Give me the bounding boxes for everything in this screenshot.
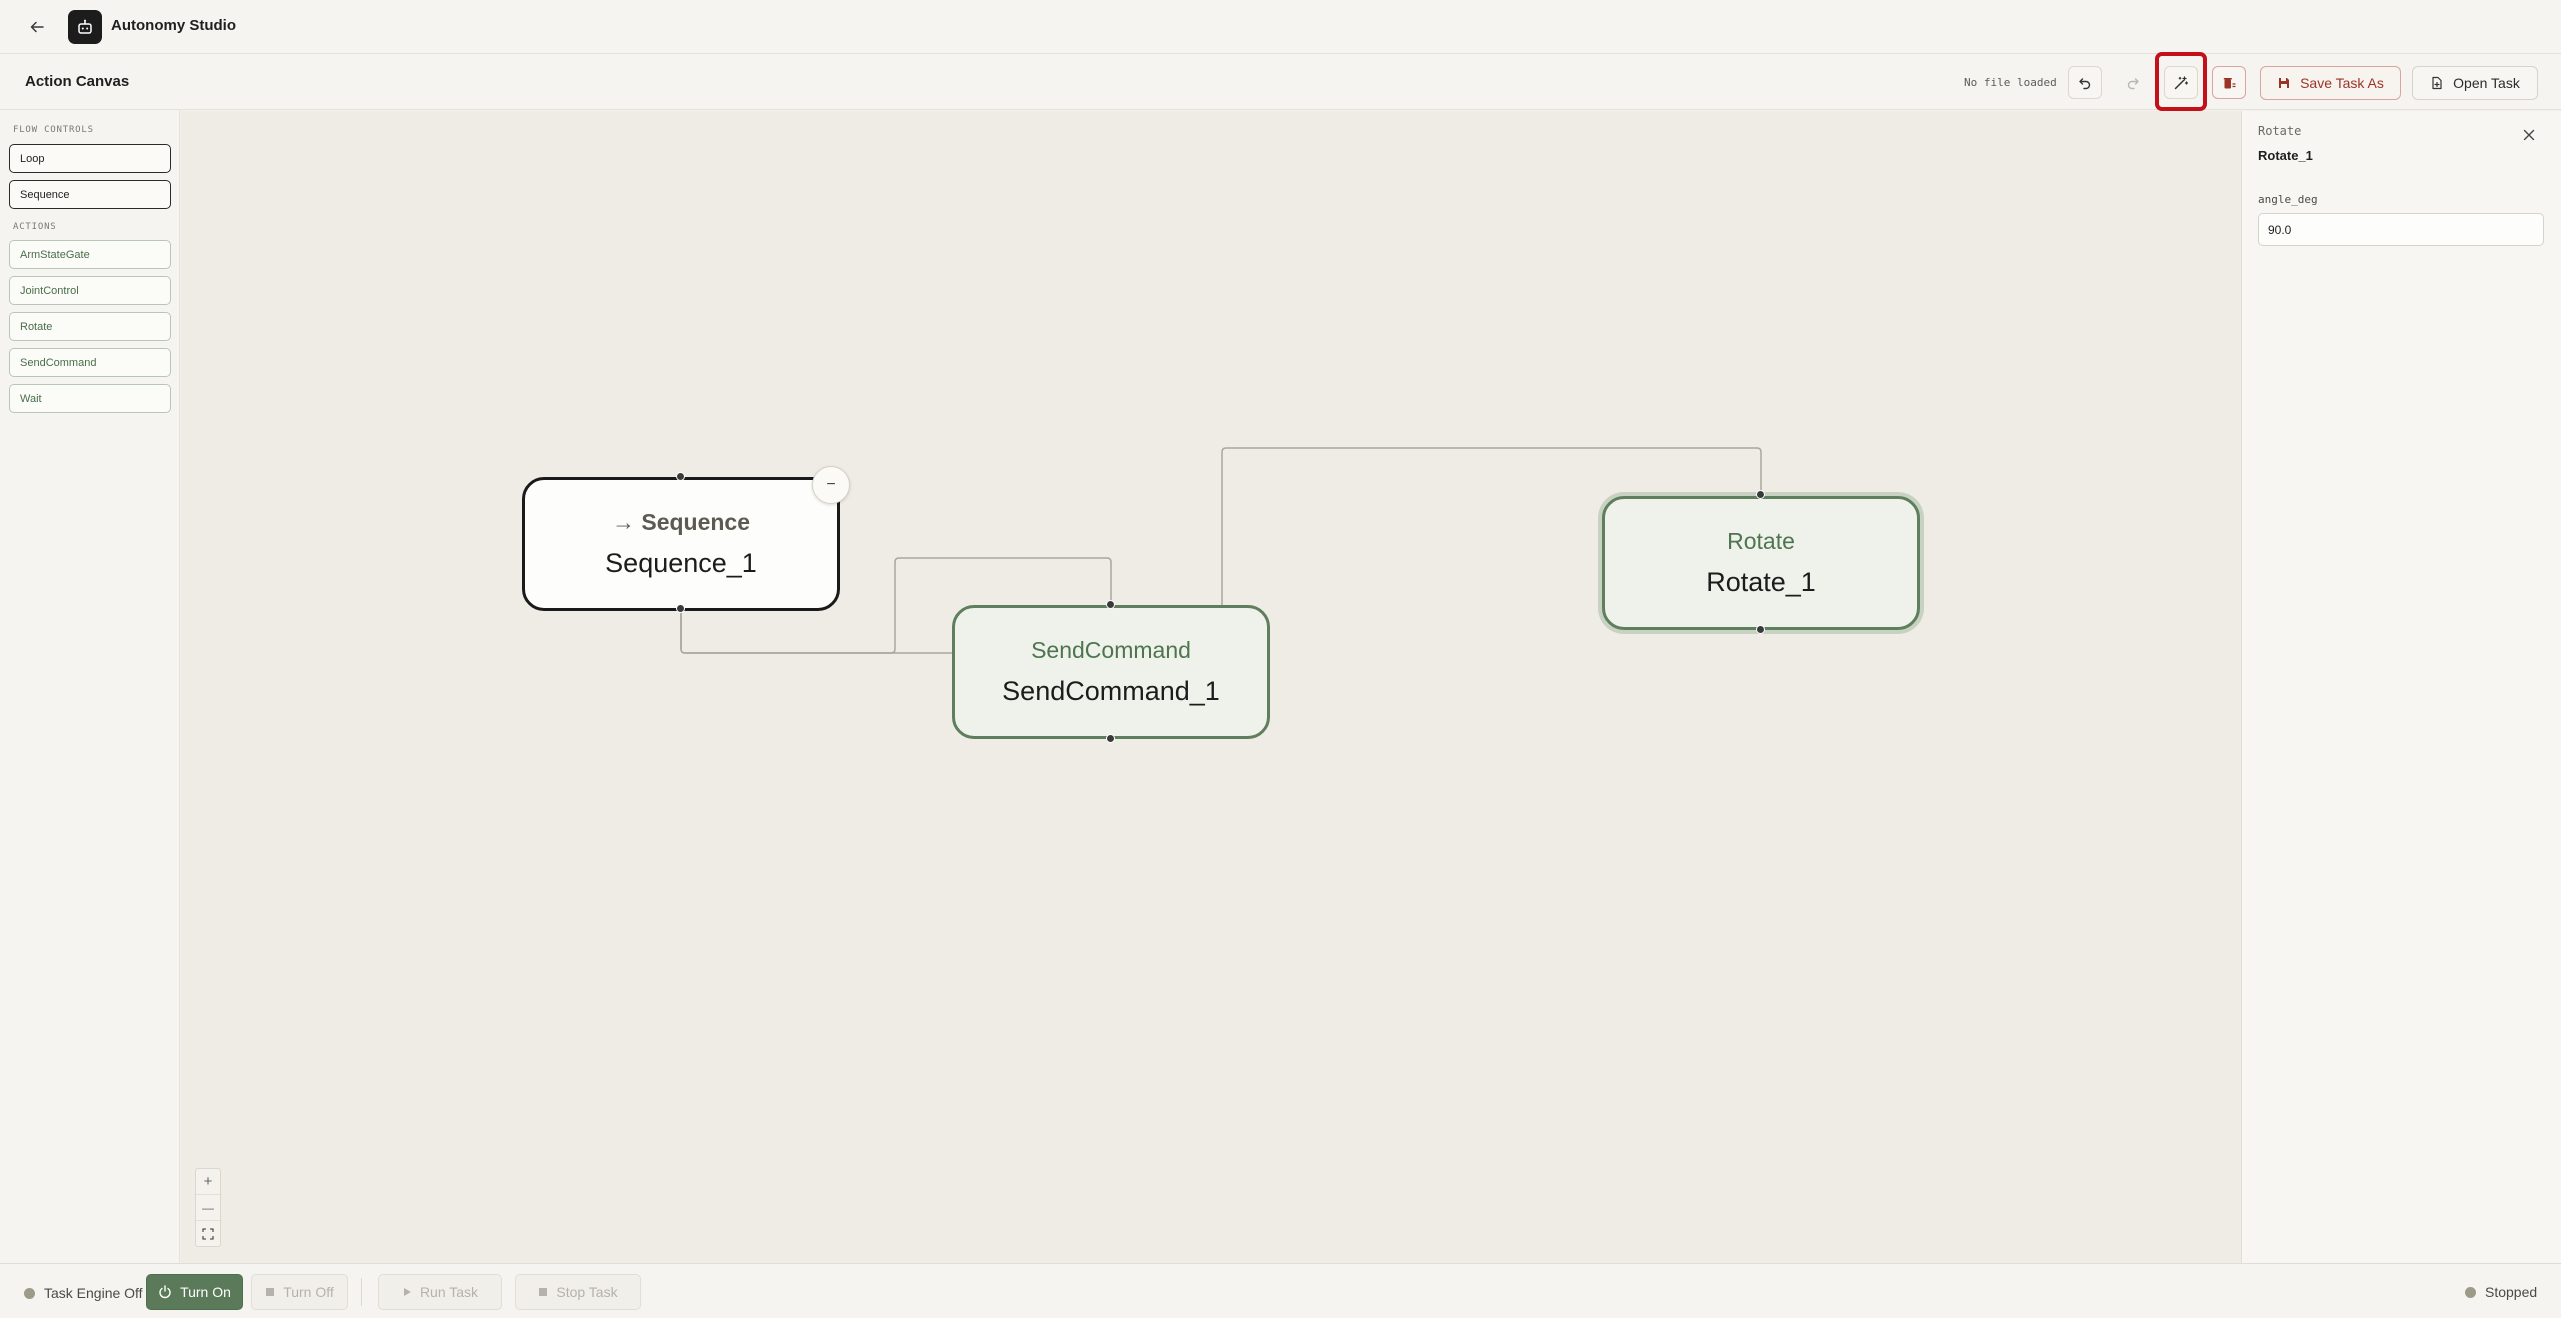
palette-item-sendcommand[interactable]: SendCommand	[9, 348, 171, 377]
square-icon	[266, 1288, 275, 1296]
node-output-handle[interactable]	[1106, 734, 1115, 743]
inspector-node-name: Rotate_1	[2258, 148, 2313, 163]
close-icon	[2523, 129, 2535, 141]
run-status: Stopped	[2465, 1284, 2537, 1300]
node-rotate-1[interactable]: Rotate Rotate_1	[1602, 496, 1920, 630]
inspector-panel: Rotate Rotate_1 angle_deg	[2241, 111, 2561, 1263]
open-task-label: Open Task	[2453, 75, 2520, 91]
zoom-out-button[interactable]: —	[196, 1195, 220, 1221]
open-task-button[interactable]: Open Task	[2412, 66, 2538, 100]
clear-canvas-button[interactable]	[2212, 66, 2246, 99]
status-dot-icon	[24, 1287, 35, 1299]
turn-off-button[interactable]: Turn Off	[251, 1274, 348, 1310]
divider	[361, 1278, 362, 1306]
save-task-as-label: Save Task As	[2300, 75, 2384, 91]
zoom-controls: + —	[195, 1168, 221, 1247]
save-icon	[2279, 78, 2290, 88]
file-status: No file loaded	[1964, 76, 2057, 89]
status-bar: Task Engine Off Turn On Turn Off Run Tas…	[0, 1263, 2561, 1318]
redo-icon	[2127, 77, 2139, 89]
undo-button[interactable]	[2068, 66, 2102, 99]
node-palette: FLOW CONTROLS Loop Sequence ACTIONS ArmS…	[0, 110, 180, 1263]
node-output-handle[interactable]	[1756, 625, 1765, 634]
plus-icon: +	[203, 1173, 213, 1190]
arrow-left-icon	[30, 21, 44, 33]
palette-item-loop[interactable]: Loop	[9, 144, 171, 173]
turn-on-button[interactable]: Turn On	[146, 1274, 243, 1310]
palette-item-rotate[interactable]: Rotate	[9, 312, 171, 341]
canvas-toolbar: Action Canvas No file loaded Save Task A…	[0, 54, 2561, 110]
status-dot-icon	[2465, 1286, 2476, 1298]
action-canvas[interactable]: → Sequence Sequence_1 − SendCommand Send…	[181, 111, 2241, 1263]
auto-layout-button[interactable]	[2164, 66, 2198, 99]
power-icon	[159, 1285, 171, 1299]
inspector-node-type: Rotate	[2258, 124, 2302, 138]
node-type-label: SendCommand	[1031, 637, 1191, 663]
app-title: Autonomy Studio	[111, 17, 236, 34]
file-plus-icon	[2432, 76, 2442, 90]
robot-icon	[78, 19, 92, 34]
redo-button[interactable]	[2116, 66, 2150, 99]
engine-status: Task Engine Off	[24, 1285, 143, 1301]
square-icon	[539, 1288, 548, 1296]
palette-item-sequence[interactable]: Sequence	[9, 180, 171, 209]
angle-deg-input[interactable]	[2258, 213, 2544, 246]
actions-heading: ACTIONS	[13, 222, 57, 232]
zoom-in-button[interactable]: +	[196, 1169, 220, 1195]
palette-item-armstategate[interactable]: ArmStateGate	[9, 240, 171, 269]
node-input-handle[interactable]	[1756, 490, 1765, 499]
node-sequence-1[interactable]: → Sequence Sequence_1	[522, 477, 840, 611]
palette-item-wait[interactable]: Wait	[9, 384, 171, 413]
run-task-label: Run Task	[419, 1284, 479, 1300]
magic-wand-icon	[2174, 75, 2189, 89]
undo-icon	[2079, 77, 2091, 89]
node-input-handle[interactable]	[676, 472, 685, 481]
engine-status-label: Task Engine Off	[44, 1285, 143, 1301]
close-inspector-button[interactable]	[2518, 124, 2540, 146]
node-input-handle[interactable]	[1106, 600, 1115, 609]
turn-off-label: Turn Off	[283, 1284, 334, 1300]
node-name-label: SendCommand_1	[1002, 676, 1220, 706]
turn-on-label: Turn On	[180, 1284, 231, 1300]
node-name-label: Rotate_1	[1706, 567, 1816, 597]
arrow-right-icon: →	[611, 509, 635, 535]
app-logo	[68, 10, 102, 44]
minus-icon: —	[202, 1200, 214, 1215]
angle-deg-label: angle_deg	[2258, 193, 2318, 206]
back-button[interactable]	[24, 14, 50, 40]
node-type-label: → Sequence	[611, 509, 751, 535]
run-status-label: Stopped	[2485, 1284, 2538, 1300]
minus-icon: −	[826, 476, 836, 493]
fit-view-icon	[202, 1228, 214, 1240]
node-name-label: Sequence_1	[605, 548, 757, 578]
palette-item-jointcontrol[interactable]: JointControl	[9, 276, 171, 305]
stop-task-label: Stop Task	[556, 1284, 618, 1300]
node-sendcommand-1[interactable]: SendCommand SendCommand_1	[952, 605, 1270, 739]
flow-controls-heading: FLOW CONTROLS	[13, 125, 94, 135]
page-title: Action Canvas	[25, 73, 130, 90]
save-task-as-button[interactable]: Save Task As	[2260, 66, 2401, 100]
trash-icon	[2223, 77, 2236, 88]
app-bar: Autonomy Studio	[0, 0, 2561, 54]
run-task-button[interactable]: Run Task	[378, 1274, 502, 1310]
collapse-button[interactable]: −	[812, 466, 850, 504]
node-output-handle[interactable]	[676, 604, 685, 613]
stop-task-button[interactable]: Stop Task	[515, 1274, 641, 1310]
fit-view-button[interactable]	[196, 1221, 220, 1247]
node-type-label: Rotate	[1727, 528, 1795, 554]
play-icon	[403, 1288, 411, 1296]
